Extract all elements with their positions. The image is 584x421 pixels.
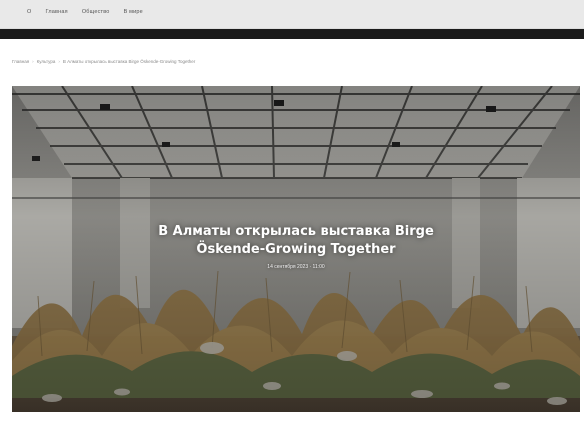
breadcrumb-current: В Алматы открылась выставка Birge Öskend… (62, 59, 196, 64)
article-title-line-1: В Алматы открылась выставка Birge (158, 224, 434, 239)
main-menu: О Главная Общество В мире (27, 9, 143, 15)
article-title[interactable]: В Алматы открылась выставка Birge Öskend… (12, 223, 580, 259)
breadcrumb: Главная › Культура › В Алматы открылась … (12, 59, 195, 64)
nav-item-home[interactable]: Главная (45, 9, 67, 15)
top-navigation-bar: О Главная Общество В мире (0, 0, 584, 29)
article-meta: 14 сентября 2023 · 11:00 (267, 264, 325, 270)
breadcrumb-separator: › (58, 59, 60, 64)
nav-item-world[interactable]: В мире (124, 9, 143, 15)
breadcrumb-section[interactable]: Культура (37, 59, 56, 64)
breadcrumb-separator: › (32, 59, 34, 64)
article-title-line-2: Öskende-Growing Together (196, 242, 396, 257)
article-hero[interactable]: В Алматы открылась выставка Birge Öskend… (12, 86, 580, 412)
nav-item-society[interactable]: Общество (82, 9, 110, 15)
nav-item-1[interactable]: О (27, 9, 31, 15)
header-divider-bar (0, 29, 584, 39)
breadcrumb-home[interactable]: Главная (12, 59, 29, 64)
